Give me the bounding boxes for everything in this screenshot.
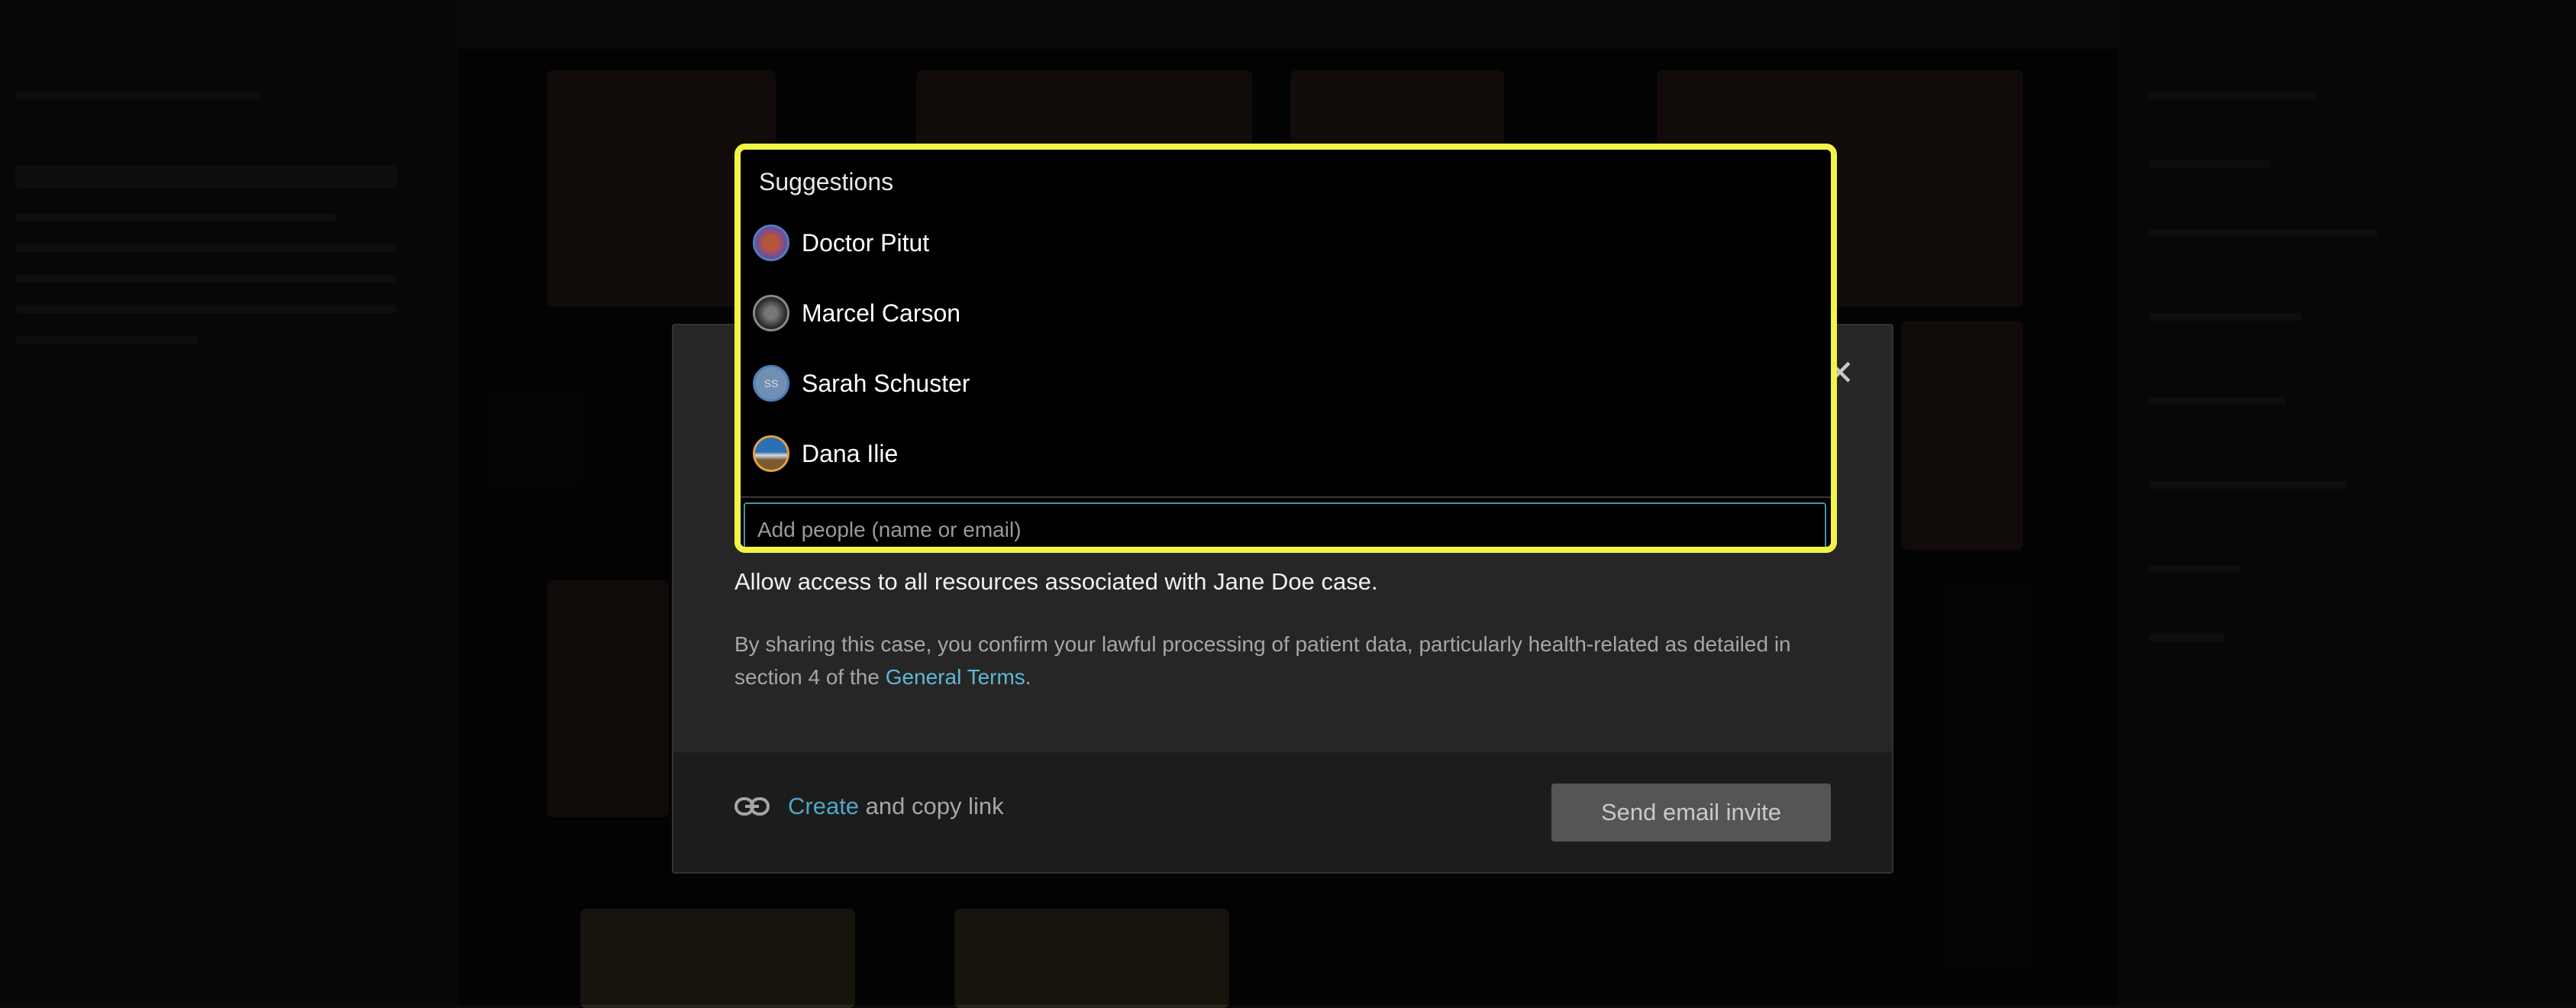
- avatar: SS: [753, 365, 789, 402]
- suggestion-name: Dana Ilie: [802, 440, 898, 468]
- suggestion-name: Sarah Schuster: [802, 370, 970, 398]
- legal-notice-suffix: .: [1025, 665, 1031, 689]
- suggestion-item[interactable]: Dana Ilie: [753, 418, 1814, 489]
- link-icon: [734, 795, 770, 818]
- legal-notice: By sharing this case, you confirm your l…: [734, 628, 1834, 693]
- suggestion-name: Marcel Carson: [802, 299, 960, 328]
- avatar: [753, 295, 789, 331]
- suggestions-title: Suggestions: [759, 168, 893, 196]
- add-people-field-wrap: [741, 496, 1831, 553]
- avatar-initials: SS: [764, 377, 779, 389]
- avatar: [753, 225, 789, 261]
- send-email-invite-button[interactable]: Send email invite: [1551, 783, 1831, 842]
- suggestions-popup: Suggestions Doctor Pitut Marcel Carson S…: [734, 144, 1837, 553]
- suggestion-item[interactable]: SS Sarah Schuster: [753, 348, 1814, 418]
- general-terms-link[interactable]: General Terms: [886, 665, 1025, 689]
- suggestion-item[interactable]: Marcel Carson: [753, 278, 1814, 348]
- suggestion-name: Doctor Pitut: [802, 229, 929, 257]
- suggestion-item[interactable]: Doctor Pitut: [753, 208, 1814, 278]
- create-link[interactable]: Create: [788, 793, 859, 819]
- add-people-input[interactable]: [744, 502, 1826, 553]
- allow-access-text: Allow access to all resources associated…: [734, 568, 1378, 596]
- create-link-row[interactable]: Create and copy link: [734, 793, 1004, 820]
- copy-link-label: and copy link: [866, 793, 1004, 819]
- avatar: [753, 435, 789, 472]
- dialog-footer: Create and copy link Send email invite: [673, 751, 1892, 872]
